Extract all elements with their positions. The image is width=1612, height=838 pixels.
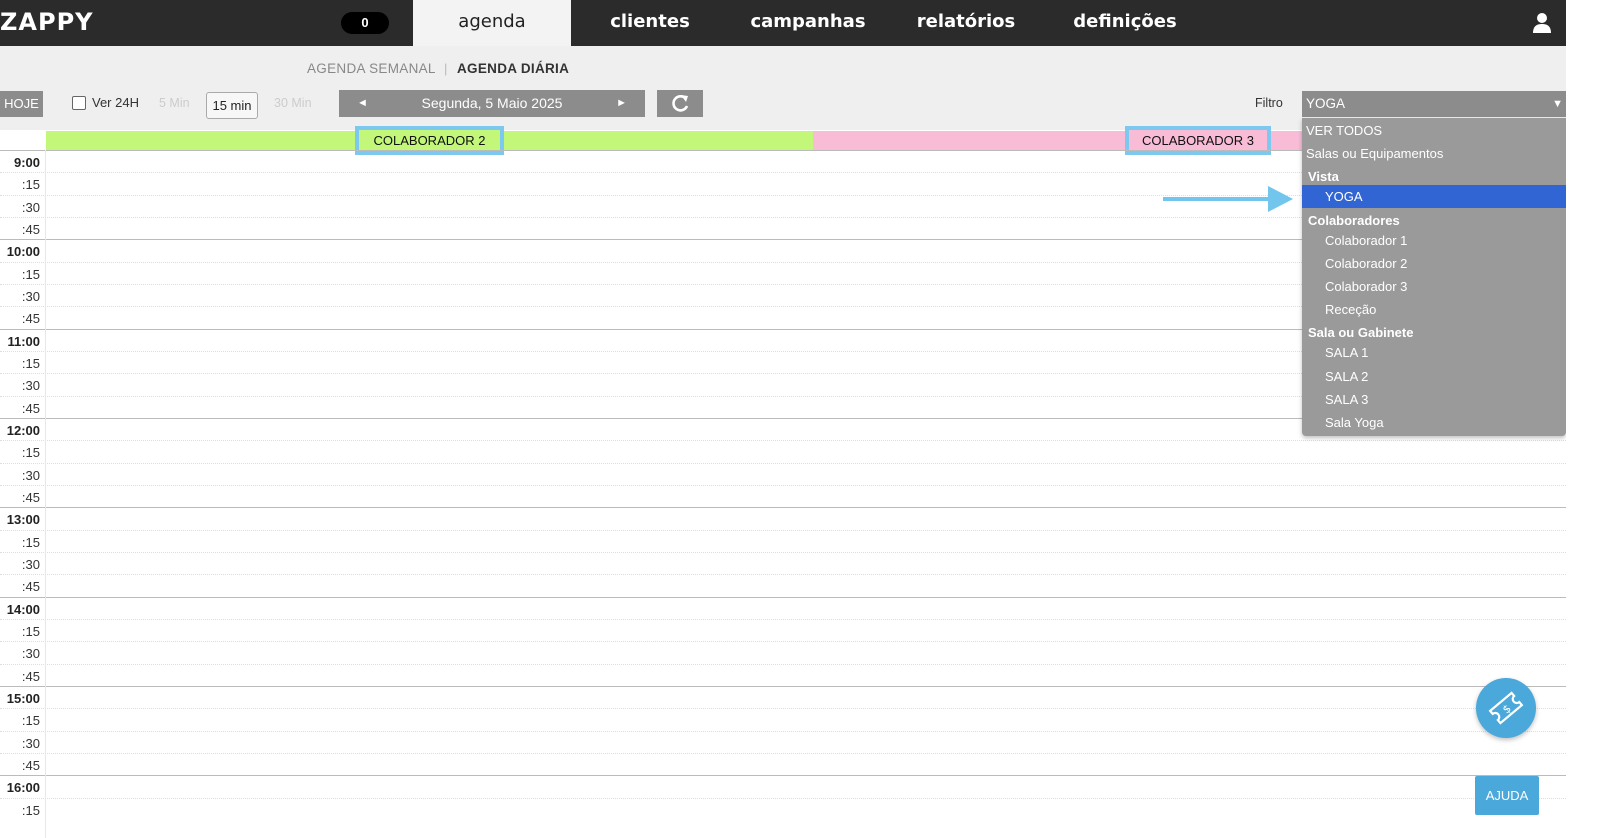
show-24h-label: Ver 24H bbox=[92, 95, 139, 110]
time-slot-label: :15 bbox=[21, 266, 40, 282]
time-slot-row[interactable]: :45 bbox=[0, 663, 1568, 686]
time-slot-label: 11:00 bbox=[7, 333, 40, 349]
time-slot-row[interactable]: :15 bbox=[0, 797, 1568, 820]
interval-15-option[interactable]: 15 min bbox=[206, 92, 258, 119]
view-separator: | bbox=[444, 61, 448, 76]
filter-option-colaborador-2[interactable]: Colaborador 2 bbox=[1302, 252, 1566, 275]
time-slot-row[interactable]: :15 bbox=[0, 708, 1568, 730]
filter-option-colaborador-1[interactable]: Colaborador 1 bbox=[1302, 229, 1566, 252]
time-slot-row[interactable]: :45 bbox=[0, 752, 1568, 775]
user-icon[interactable] bbox=[1532, 12, 1552, 34]
filter-label: Filtro bbox=[1255, 96, 1283, 110]
time-slot-row[interactable]: :15 bbox=[0, 529, 1568, 552]
notification-counter[interactable]: 0 bbox=[341, 12, 389, 34]
time-slot-label: :15 bbox=[21, 445, 40, 461]
ticket-icon: $ bbox=[1488, 691, 1524, 725]
filter-dropdown-menu: VER TODOS Salas ou Equipamentos Vista YOGA C… bbox=[1302, 118, 1566, 436]
time-slot-row[interactable]: :45 bbox=[0, 484, 1568, 507]
time-slot-label: 13:00 bbox=[6, 512, 40, 528]
time-slot-row[interactable]: :30 bbox=[0, 551, 1568, 574]
time-slot-row[interactable]: :15 bbox=[0, 440, 1568, 462]
filter-value: YOGA bbox=[1306, 96, 1346, 111]
filter-option-yoga[interactable]: YOGA bbox=[1302, 185, 1566, 208]
time-slot-label: :15 bbox=[21, 802, 40, 818]
time-slot-row[interactable]: 15:00 bbox=[0, 685, 1568, 708]
refresh-button[interactable] bbox=[657, 90, 703, 117]
right-margin bbox=[1566, 0, 1612, 838]
top-nav-bar: ZAPPY 0 agenda clientes campanhas relató… bbox=[0, 0, 1612, 46]
time-slot-label: :30 bbox=[21, 556, 40, 572]
time-slot-label: :45 bbox=[21, 400, 40, 416]
today-button[interactable]: HOJE bbox=[0, 91, 43, 117]
current-date: Segunda, 5 Maio 2025 bbox=[421, 95, 563, 111]
tab-campanhas[interactable]: campanhas bbox=[729, 0, 887, 46]
time-slot-label: :45 bbox=[21, 489, 40, 505]
time-slot-row[interactable]: 13:00 bbox=[0, 507, 1568, 529]
time-slot-row[interactable]: :15 bbox=[0, 618, 1568, 641]
time-slot-label: 12:00 bbox=[6, 422, 40, 438]
time-slot-label: 16:00 bbox=[6, 780, 40, 796]
interval-5-option[interactable]: 5 Min bbox=[159, 96, 190, 110]
weekly-view-link[interactable]: AGENDA SEMANAL bbox=[307, 61, 436, 76]
filter-option-sala-3[interactable]: SALA 3 bbox=[1302, 388, 1566, 411]
filter-option-colaborador-3[interactable]: Colaborador 3 bbox=[1302, 275, 1566, 298]
tab-definicoes[interactable]: definições bbox=[1045, 0, 1205, 46]
time-slot-label: 9:00 bbox=[13, 155, 40, 170]
filter-option-ver-todos[interactable]: VER TODOS bbox=[1302, 119, 1566, 142]
time-slot-label: 10:00 bbox=[6, 244, 40, 260]
time-column-separator bbox=[45, 150, 46, 838]
annotation-arrow bbox=[1163, 197, 1275, 201]
chevron-down-icon: ▼ bbox=[1552, 98, 1563, 110]
time-slot-row[interactable]: :30 bbox=[0, 462, 1568, 485]
time-slot-row[interactable]: 16:00 bbox=[0, 775, 1568, 797]
time-slot-label: :15 bbox=[21, 177, 40, 193]
filter-option-sala-2[interactable]: SALA 2 bbox=[1302, 365, 1566, 388]
interval-30-option[interactable]: 30 Min bbox=[274, 96, 312, 110]
time-slot-label: :45 bbox=[21, 668, 40, 684]
time-slot-row[interactable]: :30 bbox=[0, 730, 1568, 753]
time-slot-row[interactable]: :45 bbox=[0, 574, 1568, 596]
time-slot-label: :45 bbox=[21, 579, 40, 595]
time-slot-label: :15 bbox=[21, 355, 40, 371]
time-slot-label: :45 bbox=[21, 311, 40, 327]
time-slot-label: :45 bbox=[21, 221, 40, 237]
show-24h-checkbox[interactable] bbox=[72, 96, 86, 110]
app-logo[interactable]: ZAPPY bbox=[0, 8, 94, 36]
time-slot-label: 14:00 bbox=[6, 601, 40, 617]
time-slot-label: :30 bbox=[21, 378, 40, 394]
tab-agenda[interactable]: agenda bbox=[413, 0, 571, 46]
annotation-arrow-head bbox=[1268, 186, 1293, 212]
prev-day-button[interactable]: ◄ bbox=[357, 90, 368, 117]
filter-option-salas-ou-equipamentos[interactable]: Salas ou Equipamentos bbox=[1302, 142, 1566, 165]
promo-fab-button[interactable]: $ bbox=[1476, 678, 1536, 738]
next-day-button[interactable]: ► bbox=[616, 90, 627, 117]
time-slot-label: :15 bbox=[21, 713, 40, 729]
time-slot-label: 15:00 bbox=[6, 690, 40, 706]
tab-clientes[interactable]: clientes bbox=[571, 0, 729, 46]
date-navigator: ◄ Segunda, 5 Maio 2025 ► bbox=[339, 90, 645, 117]
refresh-icon bbox=[672, 95, 689, 112]
tab-relatorios[interactable]: relatórios bbox=[887, 0, 1045, 46]
filter-select[interactable]: YOGA ▼ bbox=[1302, 91, 1566, 117]
time-slot-label: :45 bbox=[21, 757, 40, 773]
time-slot-row[interactable]: 14:00 bbox=[0, 596, 1568, 619]
time-slot-label: :30 bbox=[21, 288, 40, 304]
time-slot-label: :15 bbox=[21, 534, 40, 550]
time-slot-row[interactable]: :30 bbox=[0, 641, 1568, 663]
filter-option-sala-yoga[interactable]: Sala Yoga bbox=[1302, 411, 1566, 434]
time-slot-label: :30 bbox=[21, 735, 40, 751]
time-slot-label: :15 bbox=[21, 623, 40, 639]
help-button[interactable]: AJUDA bbox=[1475, 776, 1539, 815]
time-slot-label: :30 bbox=[21, 646, 40, 662]
time-slot-label: :30 bbox=[21, 467, 40, 483]
filter-option-rececao[interactable]: Receção bbox=[1302, 298, 1566, 321]
daily-view-link[interactable]: AGENDA DIÁRIA bbox=[457, 61, 569, 76]
time-slot-label: :30 bbox=[21, 199, 40, 215]
filter-option-sala-1[interactable]: SALA 1 bbox=[1302, 341, 1566, 364]
